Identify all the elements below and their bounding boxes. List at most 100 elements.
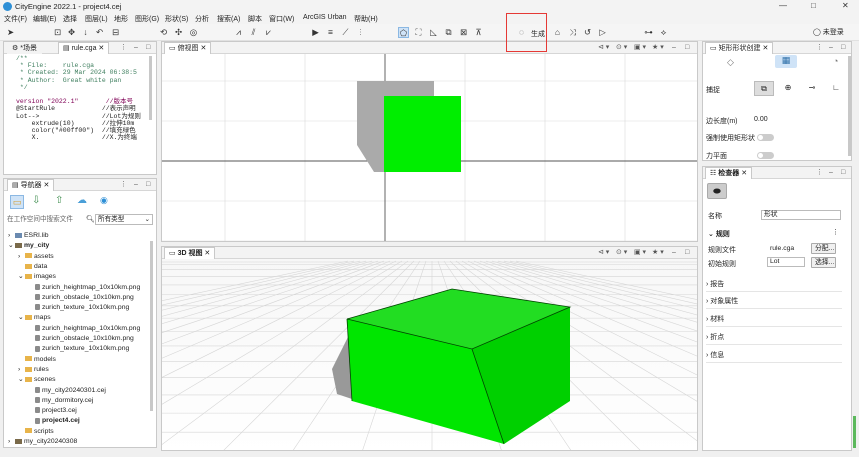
menu-window[interactable]: 窗口(W) xyxy=(269,14,294,24)
open-folder-icon[interactable]: ▭ xyxy=(10,195,24,209)
snap-icon[interactable]: ⧉ xyxy=(754,81,774,96)
cloud-icon[interactable]: ☁ xyxy=(77,195,87,206)
shape-tool3-icon[interactable]: ◺ xyxy=(428,27,439,38)
tree-item[interactable]: scripts xyxy=(18,427,54,437)
shape-tool5-icon[interactable]: ⊠ xyxy=(458,27,469,38)
measure-icon[interactable]: ⊶ xyxy=(643,27,654,38)
orbit-icon[interactable]: ◎ xyxy=(188,27,199,38)
minimize-icon[interactable]: — xyxy=(779,1,787,10)
menu-icon[interactable]: ⋮ xyxy=(120,180,127,190)
minimize-panel-icon[interactable]: – xyxy=(829,43,833,53)
tab-navigator[interactable]: ▤ 导航器 ✕ xyxy=(7,179,55,191)
import-icon[interactable]: ⇩ xyxy=(32,195,40,206)
nav-search-input[interactable]: 在工作空间中搜索文件 xyxy=(7,215,83,225)
chevron-right-icon[interactable]: › xyxy=(8,231,15,241)
file-type-select[interactable]: 所有类型 ⌄ xyxy=(95,214,153,225)
maximize-panel-icon[interactable]: □ xyxy=(685,43,689,53)
code-area[interactable]: /** * File: rule.cga * Created: 29 Mar 2… xyxy=(16,55,141,141)
rotate-icon[interactable]: ⟲ xyxy=(158,27,169,38)
clean-icon[interactable]: ⌂ xyxy=(552,27,563,38)
menu-graph[interactable]: 图形(G) xyxy=(135,14,159,24)
shape-tool4-icon[interactable]: ⧉ xyxy=(443,27,454,38)
tab-top-view[interactable]: ▭ 俯视图 ✕ xyxy=(164,42,212,54)
account-label[interactable]: ◯ 未登录 xyxy=(813,27,844,37)
edge-length-value[interactable]: 0.00 xyxy=(754,116,768,123)
line-tool-icon[interactable]: ⟋ xyxy=(340,27,351,38)
menu-file[interactable]: 文件(F) xyxy=(4,14,27,24)
shape-tool6-icon[interactable]: ⊼ xyxy=(473,27,484,38)
tab-shape-creation[interactable]: ▭ 矩形形状创建 ✕ xyxy=(705,42,774,54)
close-tab-icon[interactable]: ✕ xyxy=(763,45,769,52)
menu-shape[interactable]: 形状(S) xyxy=(165,14,188,24)
close-tab-icon[interactable]: ✕ xyxy=(741,170,747,177)
draw-icon[interactable]: ◇ xyxy=(727,57,734,68)
tree-item[interactable]: ⌄ my_city xyxy=(8,241,49,251)
snap-angle-icon[interactable]: ∟ xyxy=(826,81,846,96)
menu-edit[interactable]: 编辑(E) xyxy=(33,14,56,24)
tab-rule-cga[interactable]: ▤ rule.cga ✕ xyxy=(58,42,110,54)
section-info[interactable]: › 信息 xyxy=(706,349,842,363)
star-icon[interactable]: ★ ▾ xyxy=(652,43,664,53)
maximize-panel-icon[interactable]: □ xyxy=(841,43,845,53)
force-plane-toggle[interactable] xyxy=(757,152,774,159)
menu-script[interactable]: 脚本 xyxy=(248,14,262,24)
maximize-icon[interactable]: □ xyxy=(811,1,816,10)
section-vertices[interactable]: › 折点 xyxy=(706,331,842,345)
search-icon[interactable]: 🔍︎ xyxy=(86,215,95,223)
shape-tool2-icon[interactable]: ⛶ xyxy=(413,27,424,38)
menu-search[interactable]: 搜索(A) xyxy=(217,14,240,24)
tree-item[interactable]: my_city20240301.cej xyxy=(28,386,106,396)
layers-icon[interactable]: ▣ ▾ xyxy=(634,248,646,258)
tree-item[interactable]: ⌄ maps xyxy=(18,313,51,323)
chevron-down-icon[interactable]: ⌄ xyxy=(18,375,25,385)
menu-terrain[interactable]: 地形 xyxy=(114,14,128,24)
start-rule-field[interactable]: Lot xyxy=(767,257,805,267)
chevron-right-icon[interactable]: › xyxy=(18,252,25,262)
parallel-tool-icon[interactable]: ⫶ xyxy=(355,27,366,38)
chevron-down-icon[interactable]: ⌄ xyxy=(8,241,15,251)
lines-icon[interactable]: ≡ xyxy=(325,27,336,38)
minimize-panel-icon[interactable]: – xyxy=(134,43,138,53)
star-icon[interactable]: ★ ▾ xyxy=(652,248,664,258)
random-icon[interactable]: ⤨ xyxy=(567,27,578,38)
chevron-down-icon[interactable]: ⌄ xyxy=(18,272,25,282)
close-tab-icon[interactable]: ✕ xyxy=(204,250,210,257)
transform-icon[interactable]: ✣ xyxy=(173,27,184,38)
redo-icon[interactable]: ↺ xyxy=(582,27,593,38)
section-object-attributes[interactable]: › 对象属性 xyxy=(706,295,842,309)
down-arrow-icon[interactable]: ↓ xyxy=(80,27,91,38)
top-view-canvas[interactable] xyxy=(162,54,698,242)
chevron-right-icon[interactable]: › xyxy=(18,365,25,375)
street-tool2-icon[interactable]: ⫽ xyxy=(248,27,259,38)
camera-icon[interactable]: ⊲ ▾ xyxy=(598,248,609,258)
tab-scene[interactable]: ⚙ *场景 xyxy=(7,42,42,54)
tree-item[interactable]: › rules xyxy=(18,365,49,375)
3d-view-canvas[interactable] xyxy=(162,259,698,451)
close-icon[interactable]: ✕ xyxy=(842,1,849,10)
snap-vertex-icon[interactable]: ⊕ xyxy=(778,81,798,96)
tree-item[interactable]: zurich_texture_10x10km.png xyxy=(28,303,129,313)
play-icon[interactable]: ▶ xyxy=(310,27,321,38)
minimize-panel-icon[interactable]: – xyxy=(672,43,676,53)
scrollbar[interactable] xyxy=(848,56,851,156)
tree-item[interactable]: › assets xyxy=(18,252,54,262)
tab-inspector[interactable]: ☷ 检查器 ✕ xyxy=(705,167,753,179)
rules-menu-icon[interactable]: ⋮ xyxy=(832,228,839,236)
tree-item[interactable]: › ESRI.lib xyxy=(8,231,49,241)
minimize-panel-icon[interactable]: – xyxy=(672,248,676,258)
layers-icon[interactable]: ▣ ▾ xyxy=(634,43,646,53)
maximize-panel-icon[interactable]: □ xyxy=(146,180,150,190)
street-tool-icon[interactable]: ⩘ xyxy=(233,27,244,38)
tab-3d-view[interactable]: ▭ 3D 视图 ✕ xyxy=(164,247,216,259)
measure2-icon[interactable]: ⟡ xyxy=(658,27,669,38)
minimize-panel-icon[interactable]: – xyxy=(134,180,138,190)
option-icon[interactable]: ◔ xyxy=(833,56,838,66)
tree-item[interactable]: my_dormitory.cej xyxy=(28,396,93,406)
scrollbar[interactable] xyxy=(149,56,152,120)
street-tool3-icon[interactable]: ⩗ xyxy=(263,27,274,38)
menu-icon[interactable]: ⋮ xyxy=(816,168,823,178)
tree-item[interactable]: project3.cej xyxy=(28,406,77,416)
polygon-shape-icon[interactable]: ⬠ xyxy=(398,27,409,38)
menu-select[interactable]: 选择 xyxy=(63,14,77,24)
menu-layer[interactable]: 图层(L) xyxy=(85,14,108,24)
